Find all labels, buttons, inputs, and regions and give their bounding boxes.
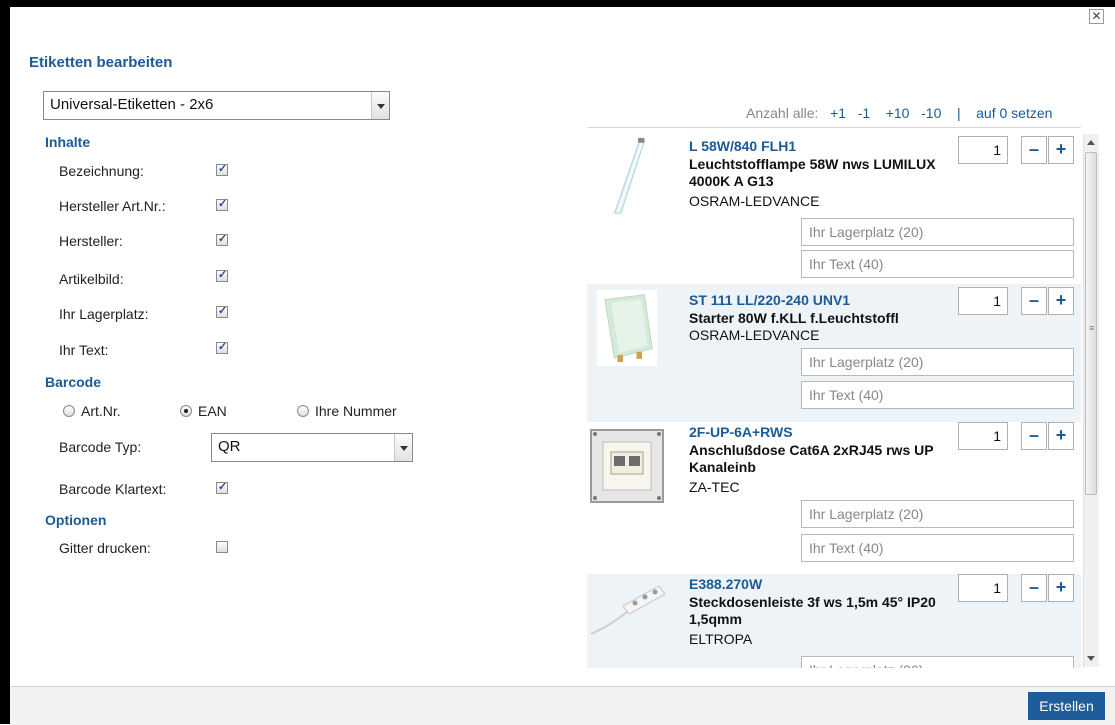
quantity-minus-button[interactable]: – [1021, 136, 1047, 164]
quantity-input[interactable]: 1 [958, 136, 1008, 164]
lagerplatz-input[interactable]: Ihr Lagerplatz (20) [801, 218, 1074, 246]
quantity-input[interactable]: 1 [958, 422, 1008, 450]
barcode-klartext-label: Barcode Klartext: [59, 481, 167, 497]
barcode-type-value: QR [218, 438, 241, 455]
quantity-all-bar: Anzahl alle: +1 -1 +10 -10 | auf 0 setze… [746, 105, 1052, 121]
option-label-lagerplatz: Ihr Lagerplatz: [59, 306, 149, 322]
quantity-minus-button[interactable]: – [1021, 422, 1047, 450]
chevron-down-icon [371, 92, 389, 119]
chevron-down-icon [394, 434, 412, 461]
article-description: Steckdosenleiste 3f ws 1,5m 45° IP20 1,5… [689, 594, 936, 627]
quantity-plus-button[interactable]: + [1048, 136, 1074, 164]
article-description: Anschlußdose Cat6A 2xRJ45 rws UP Kanalei… [689, 442, 934, 475]
article-description: Leuchtstofflampe 58W nws LUMILUX 4000K A… [689, 156, 936, 189]
article-description: Starter 80W f.KLL f.Leuchtstoffl [689, 310, 899, 326]
quantity-all-minus10[interactable]: -10 [921, 105, 941, 121]
scroll-up-icon[interactable] [1087, 140, 1095, 145]
radio-ihre-nummer[interactable] [297, 405, 309, 417]
quantity-all-plus10[interactable]: +10 [886, 105, 910, 121]
option-label-hersteller-artnr: Hersteller Art.Nr.: [59, 198, 166, 214]
network-socket-image [590, 429, 664, 503]
lagerplatz-input[interactable]: Ihr Lagerplatz (20) [801, 656, 1074, 668]
checkbox-hersteller-artnr[interactable] [216, 197, 228, 211]
article-manufacturer: ELTROPA [689, 631, 753, 647]
list-item: E388.270W Steckdosenleiste 3f ws 1,5m 45… [587, 574, 1081, 668]
list-item: ST 111 LL/220-240 UNV1 Starter 80W f.KLL… [587, 284, 1081, 422]
article-manufacturer: OSRAM-LEDVANCE [689, 193, 820, 209]
quantity-all-plus1[interactable]: +1 [830, 105, 846, 121]
option-label-hersteller: Hersteller: [59, 233, 123, 249]
section-optionen: Optionen [45, 512, 107, 528]
article-list: L 58W/840 FLH1 Leuchtstofflampe 58W nws … [587, 127, 1081, 668]
barcode-type-label: Barcode Typ: [59, 439, 142, 455]
checkbox-artikelbild[interactable] [216, 268, 228, 282]
barcode-type-select[interactable]: QR [211, 433, 413, 462]
window-frame-top [0, 0, 1115, 7]
label-type-select[interactable]: Universal-Etiketten - 2x6 [43, 91, 390, 120]
article-code[interactable]: E388.270W [689, 576, 762, 592]
quantity-all-separator: | [956, 105, 961, 121]
lagerplatz-input[interactable]: Ihr Lagerplatz (20) [801, 348, 1074, 376]
list-scrollbar[interactable]: ≡ [1083, 134, 1099, 667]
quantity-plus-button[interactable]: + [1048, 574, 1074, 602]
lagerplatz-input[interactable]: Ihr Lagerplatz (20) [801, 500, 1074, 528]
checkbox-bezeichnung[interactable] [216, 162, 228, 176]
text-input[interactable]: Ihr Text (40) [801, 381, 1074, 409]
list-item: L 58W/840 FLH1 Leuchtstofflampe 58W nws … [587, 128, 1081, 278]
quantity-minus-button[interactable]: – [1021, 287, 1047, 315]
checkbox-barcode-klartext[interactable] [216, 480, 228, 494]
label-type-value: Universal-Etiketten - 2x6 [50, 96, 214, 113]
quantity-plus-button[interactable]: + [1048, 422, 1074, 450]
quantity-plus-button[interactable]: + [1048, 287, 1074, 315]
power-strip-image [590, 585, 665, 635]
radio-label-ihre-nummer: Ihre Nummer [315, 403, 397, 419]
article-code[interactable]: ST 111 LL/220-240 UNV1 [689, 292, 850, 308]
radio-label-ean: EAN [198, 403, 227, 419]
radio-artnr[interactable] [63, 405, 75, 417]
scrollbar-thumb[interactable]: ≡ [1085, 152, 1097, 495]
radio-label-artnr: Art.Nr. [81, 403, 121, 419]
article-manufacturer: OSRAM-LEDVANCE [689, 327, 820, 343]
dialog-footer [10, 686, 1115, 725]
quantity-all-minus1[interactable]: -1 [858, 105, 870, 121]
quantity-input[interactable]: 1 [958, 287, 1008, 315]
article-manufacturer: ZA-TEC [689, 479, 740, 495]
quantity-all-reset[interactable]: auf 0 setzen [976, 105, 1052, 121]
text-input[interactable]: Ihr Text (40) [801, 250, 1074, 278]
section-barcode: Barcode [45, 374, 102, 390]
article-code[interactable]: L 58W/840 FLH1 [689, 138, 796, 154]
fluorescent-tube-image [613, 138, 645, 214]
article-code[interactable]: 2F-UP-6A+RWS [689, 424, 793, 440]
close-icon: ✕ [1091, 9, 1102, 23]
checkbox-lagerplatz[interactable] [216, 304, 228, 318]
option-label-artikelbild: Artikelbild: [59, 271, 124, 287]
starter-image [596, 290, 658, 366]
close-button[interactable]: ✕ [1089, 9, 1104, 24]
checkbox-text[interactable] [216, 340, 228, 354]
text-input[interactable]: Ihr Text (40) [801, 534, 1074, 562]
create-button[interactable]: Erstellen [1028, 692, 1105, 720]
scroll-down-icon[interactable] [1087, 656, 1095, 661]
dialog-title: Etiketten bearbeiten [29, 54, 173, 71]
option-label-bezeichnung: Bezeichnung: [59, 163, 144, 179]
grip-icon: ≡ [1089, 323, 1095, 333]
radio-ean[interactable] [180, 405, 192, 417]
list-item: 2F-UP-6A+RWS Anschlußdose Cat6A 2xRJ45 r… [587, 422, 1081, 574]
option-label-text: Ihr Text: [59, 342, 109, 358]
quantity-minus-button[interactable]: – [1021, 574, 1047, 602]
section-inhalte: Inhalte [45, 134, 91, 150]
checkbox-hersteller[interactable] [216, 232, 228, 246]
window-frame-left [0, 0, 10, 724]
checkbox-gitter[interactable] [216, 541, 228, 553]
gitter-label: Gitter drucken: [59, 540, 151, 556]
quantity-all-label: Anzahl alle: [746, 105, 819, 121]
quantity-input[interactable]: 1 [958, 574, 1008, 602]
